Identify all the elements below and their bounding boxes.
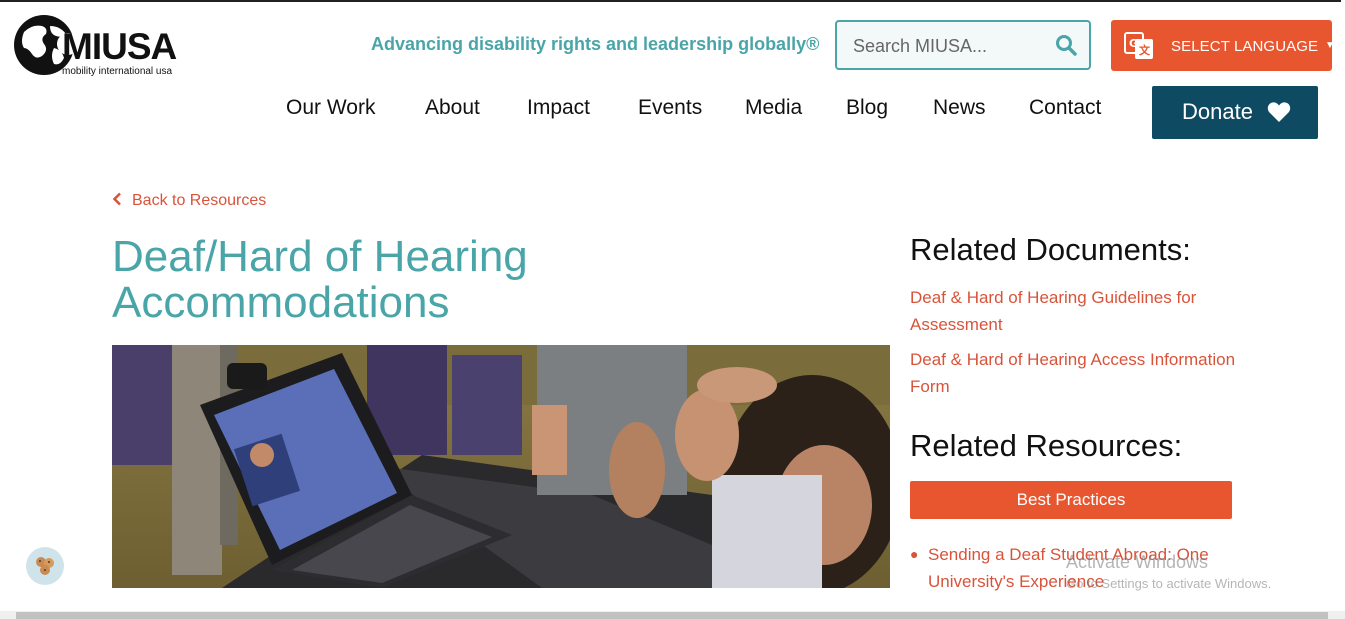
chevron-down-icon: ▼ [1325, 40, 1335, 51]
chevron-left-icon [112, 192, 121, 206]
document-link-access-form[interactable]: Deaf & Hard of Hearing Access Informatio… [910, 346, 1240, 400]
horizontal-scrollbar[interactable] [0, 611, 1345, 619]
svg-text:G: G [1129, 37, 1138, 50]
logo-wordmark: MIUSA [62, 26, 177, 67]
search-input[interactable] [853, 35, 1043, 57]
page-title: Deaf/Hard of Hearing Accommodations [112, 234, 812, 326]
donate-button[interactable]: Donate [1152, 86, 1318, 139]
nav-item-impact[interactable]: Impact [527, 96, 590, 120]
cookie-icon [36, 557, 54, 575]
best-practices-button[interactable]: Best Practices [910, 481, 1232, 519]
search-icon[interactable] [1055, 34, 1077, 56]
cookie-settings-button[interactable] [26, 547, 64, 585]
activate-windows-watermark: Activate Windows Go to Settings to activ… [1066, 552, 1271, 591]
hero-photo [112, 345, 890, 588]
page-right-edge [1341, 0, 1345, 611]
related-documents-heading: Related Documents: [910, 232, 1191, 267]
browser-top-border [0, 0, 1345, 2]
nav-item-about[interactable]: About [425, 96, 480, 120]
heart-icon [1267, 102, 1291, 122]
document-link-guidelines[interactable]: Deaf & Hard of Hearing Guidelines for As… [910, 284, 1240, 338]
google-translate-icon: G 文 [1124, 32, 1153, 59]
logo-subtitle: mobility international usa [62, 66, 173, 77]
select-language-button[interactable]: G 文 SELECT LANGUAGE ▼ [1111, 20, 1335, 71]
site-tagline: Advancing disability rights and leadersh… [371, 34, 820, 54]
nav-item-news[interactable]: News [933, 96, 986, 120]
page-title-line1: Deaf/Hard of Hearing [112, 232, 528, 281]
nav-item-blog[interactable]: Blog [846, 96, 888, 120]
nav-item-media[interactable]: Media [745, 96, 802, 120]
scrollbar-thumb[interactable] [16, 612, 1328, 619]
select-language-label: SELECT LANGUAGE [1171, 38, 1319, 55]
watermark-subtitle: Go to Settings to activate Windows. [1066, 576, 1272, 591]
nav-item-events[interactable]: Events [638, 96, 702, 120]
search-box[interactable] [835, 20, 1091, 70]
svg-text:文: 文 [1139, 43, 1151, 57]
page-title-line2: Accommodations [112, 278, 450, 327]
back-link-label: Back to Resources [132, 192, 267, 209]
bullet-icon: ● [910, 546, 919, 562]
nav-item-our-work[interactable]: Our Work [286, 96, 375, 120]
related-resources-heading: Related Resources: [910, 428, 1183, 463]
watermark-title: Activate Windows [1066, 552, 1209, 572]
donate-label: Donate [1182, 99, 1253, 124]
miusa-logo[interactable]: MIUSA mobility international usa [10, 12, 195, 80]
nav-item-contact[interactable]: Contact [1029, 96, 1101, 120]
back-to-resources-link[interactable]: Back to Resources [112, 192, 266, 210]
